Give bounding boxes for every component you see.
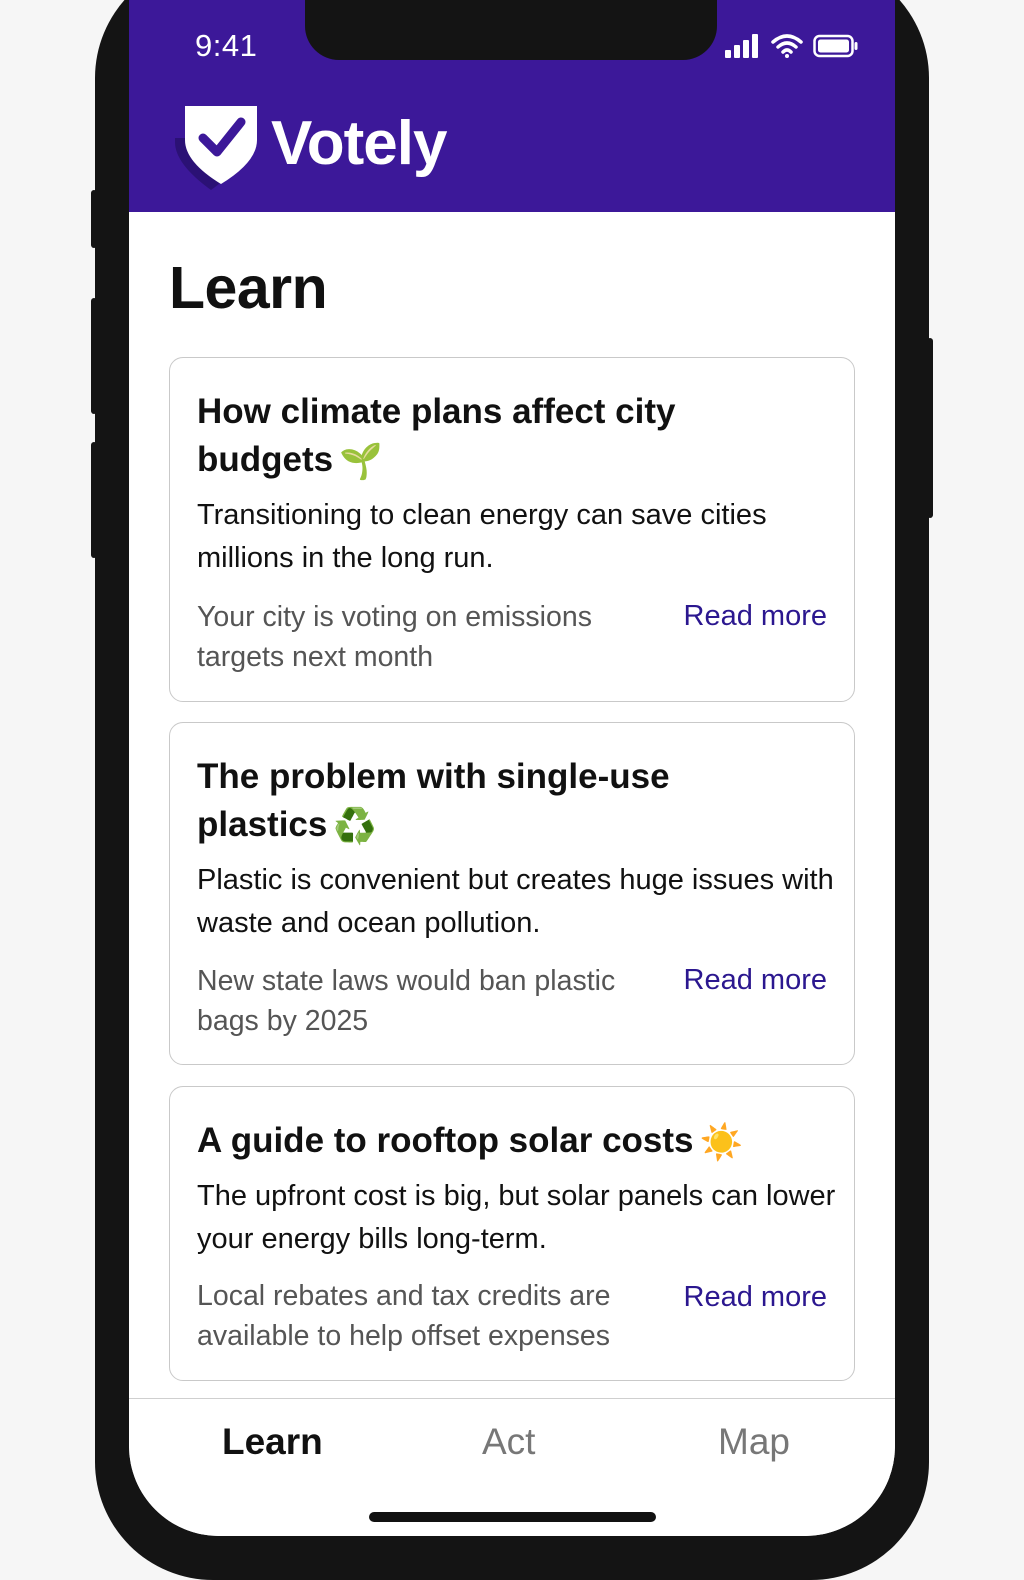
card-description: Transitioning to clean energy can save c… — [197, 499, 767, 574]
status-time: 9:41 — [195, 28, 258, 63]
card-title: How climate plans affect city budgets 🌱 — [197, 388, 807, 486]
screen: 9:41 Votely Learn How climate plans affe… — [129, 0, 895, 1536]
seedling-icon: 🌱 — [339, 441, 383, 481]
recycle-icon: ♻️ — [333, 806, 377, 846]
app-name: Votely — [271, 109, 447, 178]
card-title: The problem with single-use plastics ♻️ — [197, 753, 807, 851]
tab-act[interactable]: Act — [482, 1421, 535, 1463]
home-indicator[interactable] — [369, 1512, 656, 1522]
tab-learn[interactable]: Learn — [222, 1421, 323, 1463]
shield-check-icon — [175, 106, 257, 190]
volume-up-button — [91, 298, 97, 414]
page-title: Learn — [169, 255, 328, 321]
notch — [305, 0, 717, 60]
mute-switch — [91, 190, 97, 248]
read-more-link[interactable]: Read more — [684, 600, 827, 633]
read-more-link[interactable]: Read more — [684, 964, 827, 997]
sun-icon: ☀️ — [699, 1122, 744, 1162]
battery-icon — [813, 34, 858, 58]
wifi-icon — [771, 34, 803, 58]
tab-map[interactable]: Map — [718, 1421, 790, 1463]
card-description: The upfront cost is big, but solar panel… — [197, 1180, 836, 1255]
card-note: New state laws would ban plastic bags by… — [197, 965, 616, 1037]
card-note: Local rebates and tax credits are availa… — [197, 1280, 611, 1352]
card-title: A guide to rooftop solar costs ☀️ — [197, 1117, 807, 1167]
volume-down-button — [91, 442, 97, 558]
status-icons — [725, 30, 859, 62]
power-button — [927, 338, 933, 518]
card-description: Plastic is convenient but creates huge i… — [197, 864, 834, 939]
read-more-link[interactable]: Read more — [684, 1281, 827, 1314]
article-card-climate[interactable]: How climate plans affect city budgets 🌱 T… — [169, 357, 855, 702]
signal-icon — [725, 34, 758, 58]
article-card-plastics[interactable]: The problem with single-use plastics ♻️ P… — [169, 722, 855, 1065]
card-note: Your city is voting on emissions targets… — [197, 601, 592, 673]
article-card-solar[interactable]: A guide to rooftop solar costs ☀️ The upf… — [169, 1086, 855, 1381]
app-header: 9:41 Votely — [129, 0, 895, 212]
